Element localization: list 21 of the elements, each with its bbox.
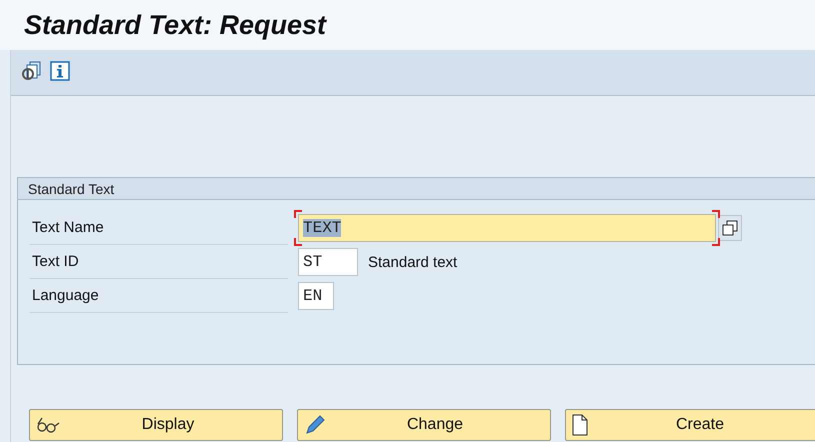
info-icon	[50, 61, 70, 81]
toolbar-button[interactable]	[49, 60, 71, 82]
pencil-icon	[304, 414, 326, 436]
toolbar-button[interactable]	[21, 60, 43, 82]
change-button[interactable]: Change	[297, 409, 551, 441]
display-button[interactable]: Display	[29, 409, 283, 441]
value-help-button[interactable]	[718, 215, 742, 241]
field-label: Language	[30, 279, 288, 313]
window-title: Standard Text: Request	[24, 10, 326, 40]
document-icon	[572, 414, 588, 436]
create-button[interactable]: Create	[565, 409, 815, 441]
input-field[interactable]: TEXT	[298, 214, 716, 242]
input-field[interactable]: ST	[298, 248, 358, 276]
copy-icon	[722, 220, 738, 236]
field-description: Standard text	[368, 254, 458, 270]
field-label: Text ID	[30, 245, 288, 279]
field-label: Text Name	[30, 211, 288, 245]
input-field[interactable]: EN	[298, 282, 334, 310]
documents-icon	[21, 61, 43, 81]
group-title: Standard Text	[18, 178, 815, 200]
glasses-icon	[36, 417, 60, 433]
